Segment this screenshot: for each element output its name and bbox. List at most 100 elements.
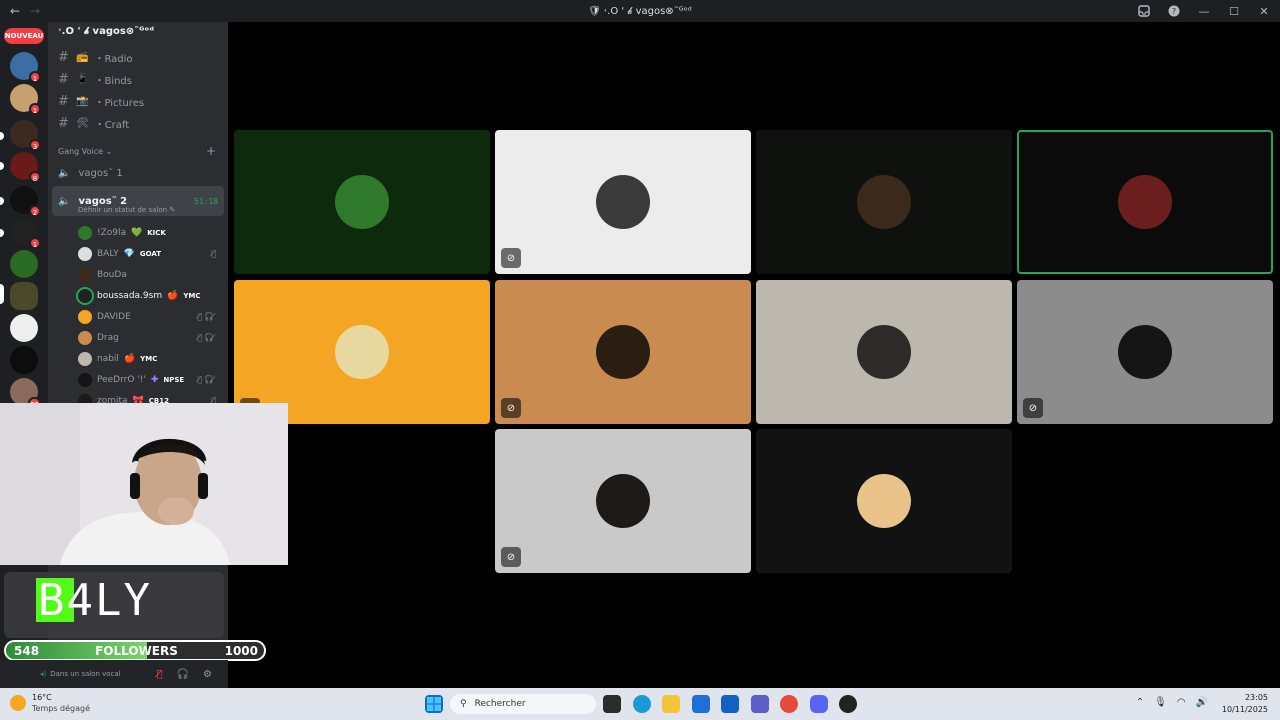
participant-tile[interactable] xyxy=(1017,130,1273,274)
muted-mic-icon: ⊘ xyxy=(501,248,521,268)
voice-member[interactable]: BouDa xyxy=(48,264,228,285)
search-placeholder: Rechercher xyxy=(474,699,526,709)
maximize-button[interactable]: ☐ xyxy=(1226,3,1242,19)
mention-badge: 2 xyxy=(29,205,41,217)
category-label: Gang Voice xyxy=(58,146,104,156)
mute-icon[interactable]: 🎙̸ xyxy=(157,669,163,680)
channel-name: ・Pictures xyxy=(94,97,145,109)
file-explorer-icon[interactable] xyxy=(662,695,680,713)
voice-member[interactable]: DAVIDE 🎙̸🎧̸ xyxy=(48,306,228,327)
member-name: !Zo9la xyxy=(97,227,127,238)
member-name: nabil xyxy=(97,353,119,364)
server-icon[interactable] xyxy=(10,346,38,374)
voice-member[interactable]: !Zo9la 💚 KICK xyxy=(48,222,228,243)
new-badge: NOUVEAU xyxy=(4,28,44,44)
chevron-up-icon[interactable]: ⌃ xyxy=(1136,697,1144,708)
tag-icon: 🍎 xyxy=(167,290,179,301)
participant-tile[interactable]: ⊘ xyxy=(1017,280,1273,424)
window-title: 🛡 ˓.O ' 𝓫 vagos⊗˜ᴳᵒᵈ xyxy=(588,5,692,17)
voice-member[interactable]: Drag 🎙̸🎧̸ xyxy=(48,327,228,348)
discord-icon[interactable] xyxy=(810,695,828,713)
followers-goal-bar: 548 FOLLOWERS 1000 xyxy=(4,640,266,661)
server-icon[interactable]: 3 xyxy=(10,120,41,151)
volume-icon[interactable]: 🔊 xyxy=(1196,697,1208,708)
participant-avatar xyxy=(596,325,650,379)
headphones-icon[interactable]: 🎧 xyxy=(177,669,189,680)
category-gang-voice[interactable]: Gang Voice ⌄ + xyxy=(48,140,228,162)
weather-text: Temps dégagé xyxy=(32,704,91,713)
voice-member[interactable]: PeeDrrO '!' ✚ NPSE 🎙̸🎧̸ xyxy=(48,369,228,390)
add-channel-icon[interactable]: + xyxy=(206,144,216,158)
channel-emoji: 📱 xyxy=(76,73,89,85)
server-icon[interactable]: 1 xyxy=(10,52,41,83)
forward-button[interactable]: → xyxy=(30,4,40,18)
task-view-icon[interactable] xyxy=(603,695,621,713)
taskbar-search[interactable]: ⚲ Rechercher xyxy=(450,694,596,714)
speaker-icon: 🔈 xyxy=(58,195,71,207)
set-channel-status[interactable]: Définir un statut de salon ✎ xyxy=(48,206,228,216)
member-name: DAVIDE xyxy=(97,311,131,322)
server-icon[interactable]: 8 xyxy=(10,152,41,183)
voice-channel-1[interactable]: 🔈 vagos˜ 1 xyxy=(48,162,228,184)
avatar xyxy=(78,267,92,282)
muted-mic-icon: ⊘ xyxy=(501,398,521,418)
avatar xyxy=(78,309,92,324)
outlook-icon[interactable] xyxy=(721,695,739,713)
avatar xyxy=(78,225,92,240)
server-icon[interactable] xyxy=(10,282,38,310)
svg-text:?: ? xyxy=(1172,7,1176,16)
participant-avatar xyxy=(857,474,911,528)
close-button[interactable]: ✕ xyxy=(1256,3,1272,19)
server-icon[interactable]: 1 xyxy=(10,84,41,115)
participant-tile[interactable] xyxy=(756,280,1012,424)
participant-tile[interactable] xyxy=(756,429,1012,573)
avatar xyxy=(78,351,92,366)
participant-avatar xyxy=(857,325,911,379)
clock[interactable]: 23:05 10/11/2025 xyxy=(1222,692,1268,716)
server-icon[interactable] xyxy=(10,314,38,342)
store-icon[interactable] xyxy=(692,695,710,713)
channel-name: ・Binds xyxy=(94,75,132,87)
windows-taskbar: 16°C Temps dégagé ⚲ Rechercher ⌃ 🎙 ◠ 🔊 2… xyxy=(0,688,1280,720)
weather-widget[interactable]: 16°C Temps dégagé xyxy=(10,692,90,714)
chrome-icon[interactable] xyxy=(780,695,798,713)
search-icon: ⚲ xyxy=(460,699,467,709)
back-button[interactable]: ← xyxy=(10,4,20,18)
mention-badge: 1 xyxy=(29,103,41,115)
server-icon[interactable]: 2 xyxy=(10,186,41,217)
title-bar: ← → 🛡 ˓.O ' 𝓫 vagos⊗˜ᴳᵒᵈ ? — ☐ ✕ xyxy=(0,0,1280,22)
edge-icon[interactable] xyxy=(633,695,651,713)
participant-tile[interactable] xyxy=(756,130,1012,274)
text-channel-binds[interactable]: # 📱 ・Binds xyxy=(48,68,228,90)
gear-icon[interactable]: ⚙ xyxy=(203,669,212,680)
participant-tile[interactable]: ⊘ xyxy=(495,280,751,424)
windows-start-icon[interactable] xyxy=(425,695,443,713)
participant-tile[interactable]: ⊘ xyxy=(495,429,751,573)
mute-deafen-icons: 🎙̸🎧̸ xyxy=(197,375,218,384)
voice-member[interactable]: boussada.9sm 🍎 YMC xyxy=(48,285,228,306)
help-icon[interactable]: ? xyxy=(1166,3,1182,19)
voice-member[interactable]: nabil 🍎 YMC xyxy=(48,348,228,369)
microphone-icon[interactable]: 🎙 xyxy=(1154,697,1167,708)
app-icon[interactable] xyxy=(839,695,857,713)
text-channel-craft[interactable]: # 🛠 ・Craft xyxy=(48,112,228,134)
text-channel-radio[interactable]: # 📻 ・Radio xyxy=(48,46,228,68)
participant-tile[interactable] xyxy=(234,130,490,274)
avatar xyxy=(78,372,92,387)
server-icon[interactable] xyxy=(10,250,38,278)
participant-tile[interactable]: ⊘ xyxy=(495,130,751,274)
channel-name: ・Craft xyxy=(94,119,130,131)
server-icon[interactable]: 1 xyxy=(10,218,41,249)
text-channel-pictures[interactable]: # 📸 ・Pictures xyxy=(48,90,228,112)
weather-moon-icon xyxy=(10,695,26,711)
wifi-icon[interactable]: ◠ xyxy=(1177,697,1186,708)
voice-member[interactable]: BALY 💎 GOAT 🎙̸ xyxy=(48,243,228,264)
minimize-button[interactable]: — xyxy=(1196,3,1212,19)
system-tray: ⌃ 🎙 ◠ 🔊 xyxy=(1136,697,1208,708)
inbox-icon[interactable] xyxy=(1136,3,1152,19)
teams-icon[interactable] xyxy=(751,695,769,713)
participant-avatar xyxy=(335,325,389,379)
channel-name: ・Radio xyxy=(94,53,133,65)
server-icon[interactable]: 20 xyxy=(10,378,41,409)
participant-avatar xyxy=(1118,175,1172,229)
